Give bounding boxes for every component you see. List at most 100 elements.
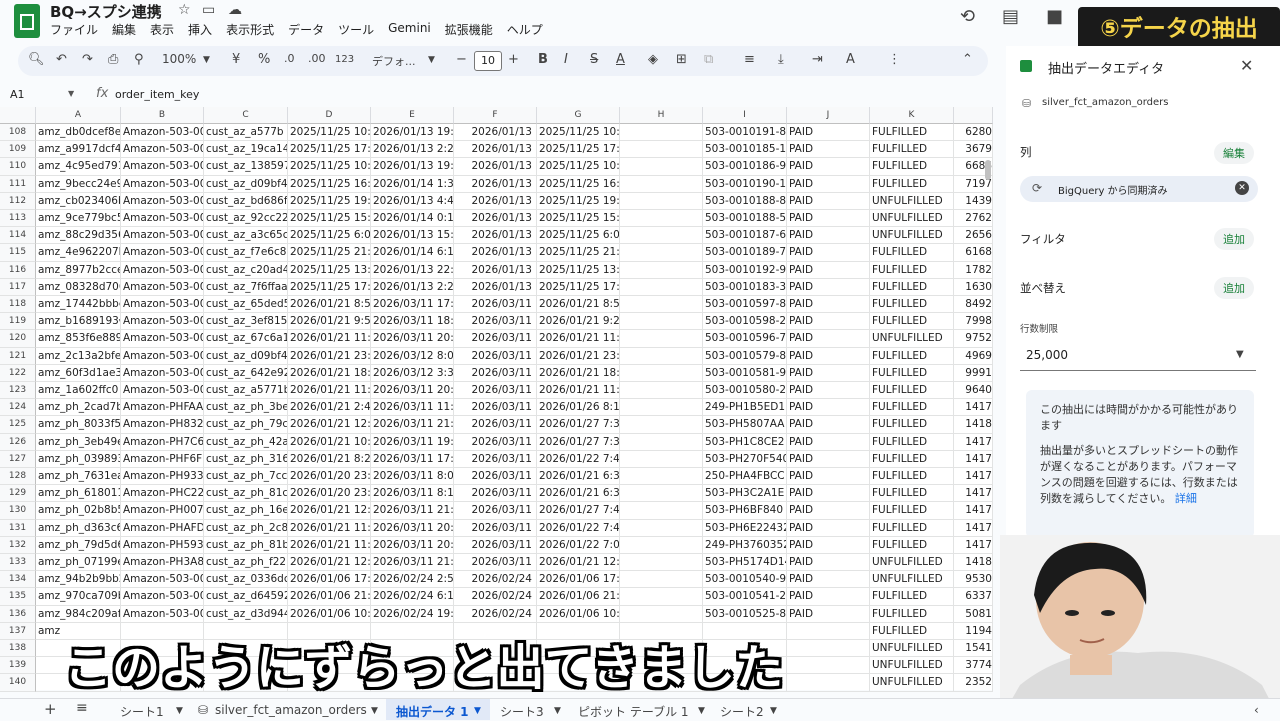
cell[interactable]: amz_4e962207b (36, 244, 121, 262)
cell[interactable]: FULFILLED (870, 416, 954, 434)
cell[interactable] (620, 244, 703, 262)
cell[interactable]: 2026/02/24 (454, 588, 537, 606)
cell[interactable]: 2026/01/21 12:2 (288, 502, 371, 520)
cell[interactable]: 2026/01/13 2:24 (371, 141, 454, 159)
cell[interactable]: 6168 (954, 244, 993, 262)
cell[interactable]: 2026/01/22 7:43 (537, 450, 620, 468)
cell[interactable]: 2026/01/06 17:3 (288, 571, 371, 589)
borders-icon[interactable]: ⊞ (676, 52, 687, 67)
cell[interactable]: 503-0010597-82 (703, 296, 787, 314)
cell[interactable]: 503-0010186-96 (703, 158, 787, 176)
menu-gemini[interactable]: Gemini (388, 21, 431, 38)
cell[interactable]: cust_az_19ca14 (204, 141, 288, 159)
cell[interactable]: FULFILLED (870, 278, 954, 296)
cell[interactable]: cust_az_0336dc (204, 571, 288, 589)
cell[interactable]: 2025/11/25 17:0 (537, 141, 620, 159)
cell[interactable]: FULFILLED (870, 158, 954, 176)
cell[interactable]: 2026/03/11 21:3 (371, 554, 454, 572)
row-header[interactable]: 116 (0, 261, 36, 279)
cell[interactable]: 2026/03/11 (454, 450, 537, 468)
cell[interactable]: 8492 (954, 296, 993, 314)
cell[interactable]: 2026/01/13 (454, 141, 537, 159)
cell[interactable]: cust_az_d3d944 (204, 605, 288, 623)
cell[interactable] (620, 605, 703, 623)
cell[interactable]: cust_az_92cc22 (204, 210, 288, 228)
cell[interactable]: 503-0010189-76 (703, 244, 787, 262)
cell[interactable]: cust_az_c20ad4 (204, 261, 288, 279)
cell[interactable]: 2026/03/11 (454, 519, 537, 537)
cell[interactable]: 2026/01/21 9:51 (288, 313, 371, 331)
meet-icon[interactable]: ■ (1046, 6, 1063, 27)
text-rotation-icon[interactable]: A (846, 52, 855, 67)
cell[interactable]: 2026/01/13 (454, 244, 537, 262)
cell[interactable]: 2026/01/14 0:15 (371, 210, 454, 228)
cell[interactable]: 1417 (954, 536, 993, 554)
cell[interactable]: 6337 (954, 588, 993, 606)
cell[interactable]: 2026/03/11 (454, 313, 537, 331)
cell[interactable]: amz_9becc24e9 (36, 175, 121, 193)
row-header[interactable]: 118 (0, 296, 36, 314)
cell[interactable]: Amazon-PHF6F (121, 450, 204, 468)
paint-format-icon[interactable]: ⚲ (134, 52, 144, 67)
cell[interactable]: cust_az_7f6ffaa (204, 278, 288, 296)
cell[interactable] (620, 433, 703, 451)
cell[interactable]: 503-PH5174D14 (703, 554, 787, 572)
cell[interactable]: 2026/03/11 (454, 382, 537, 400)
cell[interactable]: Amazon-503-00 (121, 141, 204, 159)
cell[interactable]: PAID (787, 347, 870, 365)
cell[interactable]: Amazon-PH933 (121, 468, 204, 486)
cell[interactable]: 2026/03/11 (454, 468, 537, 486)
star-icon[interactable]: ☆ (178, 2, 191, 18)
cell[interactable]: PAID (787, 192, 870, 210)
formula-input[interactable]: order_item_key (115, 88, 199, 101)
cell[interactable]: 2026/02/24 19:1 (371, 605, 454, 623)
strikethrough-icon[interactable]: S (590, 52, 598, 67)
cell[interactable]: amz_ph_039893 (36, 450, 121, 468)
cell[interactable]: amz_ph_3eb49e (36, 433, 121, 451)
cell[interactable]: 503-0010188-81 (703, 192, 787, 210)
cell[interactable]: 2026/01/27 7:43 (537, 502, 620, 520)
column-header[interactable]: C (204, 107, 288, 124)
cell[interactable]: 503-0010190-13 (703, 175, 787, 193)
cell[interactable]: 2026/01/13 (454, 210, 537, 228)
chevron-down-icon[interactable]: ▼ (68, 89, 74, 98)
cell[interactable]: PAID (787, 605, 870, 623)
row-header[interactable]: 120 (0, 330, 36, 348)
cell[interactable]: 2025/11/25 6:02 (537, 227, 620, 245)
percent-button[interactable]: % (258, 52, 270, 67)
cell[interactable]: FULFILLED (870, 141, 954, 159)
cell[interactable]: 2026/01/21 2:49 (288, 399, 371, 417)
cell[interactable]: 1418 (954, 554, 993, 572)
explore-icon[interactable]: ‹ (1254, 703, 1259, 717)
increase-font-size-icon[interactable]: + (508, 52, 519, 67)
cell[interactable] (620, 468, 703, 486)
cell[interactable]: 2025/11/25 17:1 (537, 278, 620, 296)
cell[interactable] (620, 227, 703, 245)
cell[interactable]: 503-0010187-65 (703, 227, 787, 245)
cell[interactable]: amz_cb023406b (36, 192, 121, 210)
cell[interactable]: cust_az_a3c65c (204, 227, 288, 245)
cell[interactable] (620, 382, 703, 400)
cell[interactable]: Amazon-PHC22 (121, 485, 204, 503)
cell[interactable]: PAID (787, 175, 870, 193)
cell[interactable]: amz_08328d706 (36, 278, 121, 296)
cell[interactable]: amz_ph_d363c6 (36, 519, 121, 537)
select-all-corner[interactable] (0, 107, 36, 124)
cell[interactable]: cust_az_ph_81b (204, 536, 288, 554)
cell[interactable]: Amazon-PH7C6 (121, 433, 204, 451)
cell[interactable]: 2026/03/11 (454, 485, 537, 503)
cell[interactable] (620, 261, 703, 279)
cell[interactable]: Amazon-503-00 (121, 192, 204, 210)
cell[interactable]: 2025/11/25 13:3 (288, 261, 371, 279)
cell[interactable]: 2026/02/24 2:58 (371, 571, 454, 589)
menu-data[interactable]: データ (288, 21, 324, 38)
cell[interactable]: Amazon-503-00 (121, 364, 204, 382)
cell[interactable]: 2026/03/11 8:09 (371, 468, 454, 486)
cell[interactable]: 2026/03/11 (454, 433, 537, 451)
cell[interactable]: PAID (787, 313, 870, 331)
cell[interactable]: UNFULFILLED (870, 210, 954, 228)
cell[interactable]: 503-0010183-37 (703, 278, 787, 296)
cell[interactable]: 2026/01/21 23:0 (537, 347, 620, 365)
cell[interactable]: cust_az_ph_3be (204, 399, 288, 417)
cell[interactable]: Amazon-503-00 (121, 571, 204, 589)
